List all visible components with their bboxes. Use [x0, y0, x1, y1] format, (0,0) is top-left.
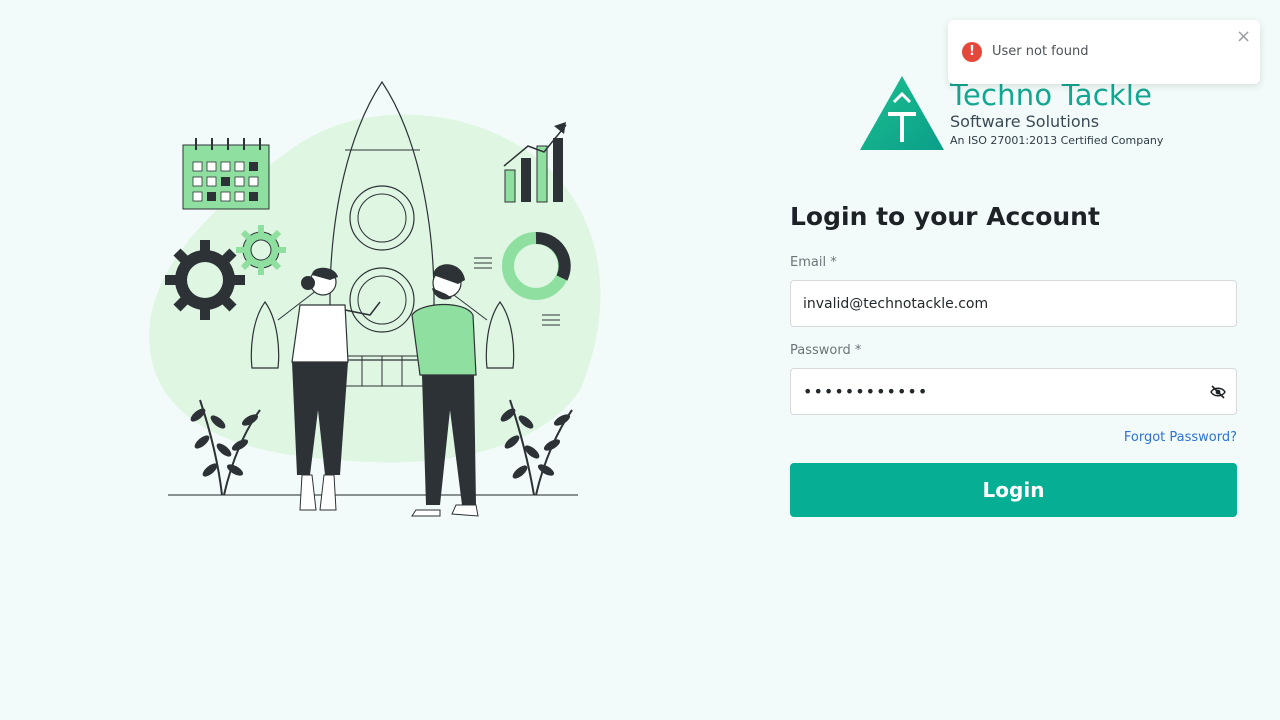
gear-icon: [165, 240, 245, 320]
rocket-launch-illustration: [149, 80, 601, 517]
forgot-password-link[interactable]: Forgot Password?: [1124, 430, 1237, 445]
logo-subtitle: Software Solutions: [950, 112, 1100, 131]
login-button[interactable]: Login: [790, 463, 1237, 517]
error-icon: !: [962, 42, 982, 62]
logo-certification: An ISO 27001:2013 Certified Company: [950, 134, 1164, 147]
error-toast: ! User not found ×: [948, 20, 1260, 84]
email-input[interactable]: [791, 281, 1236, 326]
logo-triangle-icon: [860, 76, 944, 150]
company-logo: Techno Tackle ® Software Solutions An IS…: [858, 72, 1178, 154]
password-label: Password *: [790, 343, 862, 358]
password-input[interactable]: [791, 369, 1236, 414]
close-icon[interactable]: ×: [1236, 28, 1251, 46]
password-field-wrapper: [790, 368, 1237, 415]
email-label: Email *: [790, 255, 837, 270]
page-title: Login to your Account: [790, 202, 1100, 231]
calendar-icon: [182, 138, 270, 210]
email-field-wrapper: [790, 280, 1237, 327]
small-gear-icon: [236, 225, 286, 275]
eye-off-icon[interactable]: [1210, 384, 1226, 400]
toast-message: User not found: [992, 44, 1089, 59]
